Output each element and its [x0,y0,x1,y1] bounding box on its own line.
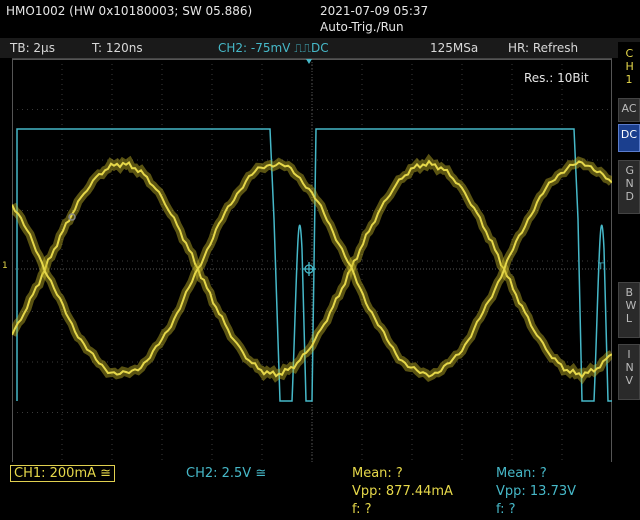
trigger-setting[interactable]: CH2: -75mV ⎍⎍DC [218,41,329,56]
timebase[interactable]: TB: 2µs [10,41,55,55]
acquisition-mode[interactable]: HR: Refresh [508,41,578,55]
side-menu: CH1 AC DC GND BWL INV [618,42,640,462]
ch2-frequency: f: ? [496,502,516,517]
status-bar: TB: 2µs T: 120ns CH2: -75mV ⎍⎍DC 125MSa … [0,38,640,58]
date-time: 2021-07-09 05:37 [320,4,429,18]
ac-coupling-button[interactable]: AC [618,98,640,122]
ch2-scale[interactable]: CH2: 2.5V ≅ [186,466,266,481]
trigger-mode: Auto-Trig./Run [320,20,404,34]
title-bar: HMO1002 (HW 0x10180003; SW 05.886) 2021-… [0,0,640,38]
waveform-display[interactable]: Res.: 10Bit 1 T [2,58,616,463]
inv-button[interactable]: INV [618,344,640,400]
bwl-button[interactable]: BWL [618,282,640,338]
graticule-grid [12,59,612,463]
resolution-label: Res.: 10Bit [524,71,589,85]
ch1-frequency: f: ? [352,502,372,517]
sample-rate[interactable]: 125MSa [430,41,478,55]
waveform-svg [7,59,616,463]
trigger-position-marker[interactable] [306,59,312,64]
device-info: HMO1002 (HW 0x10180003; SW 05.886) [6,4,253,18]
dc-coupling-button[interactable]: DC [618,124,640,152]
footer-bar: CH1: 200mA ≅ CH2: 2.5V ≅ Mean: ? Vpp: 87… [0,462,640,520]
channel-selector[interactable]: CH1 [618,44,640,92]
ch2-mean: Mean: ? [496,466,547,481]
ch1-vpp: Vpp: 877.44mA [352,484,453,499]
trigger-time[interactable]: T: 120ns [92,41,143,55]
ch1-ground-marker[interactable]: 1 [2,261,8,271]
gnd-button[interactable]: GND [618,160,640,214]
ch2-trigger-level-marker[interactable]: T [598,262,604,272]
ch1-mean: Mean: ? [352,466,403,481]
ch1-scale[interactable]: CH1: 200mA ≅ [10,465,116,482]
ch2-vpp: Vpp: 13.73V [496,484,577,499]
